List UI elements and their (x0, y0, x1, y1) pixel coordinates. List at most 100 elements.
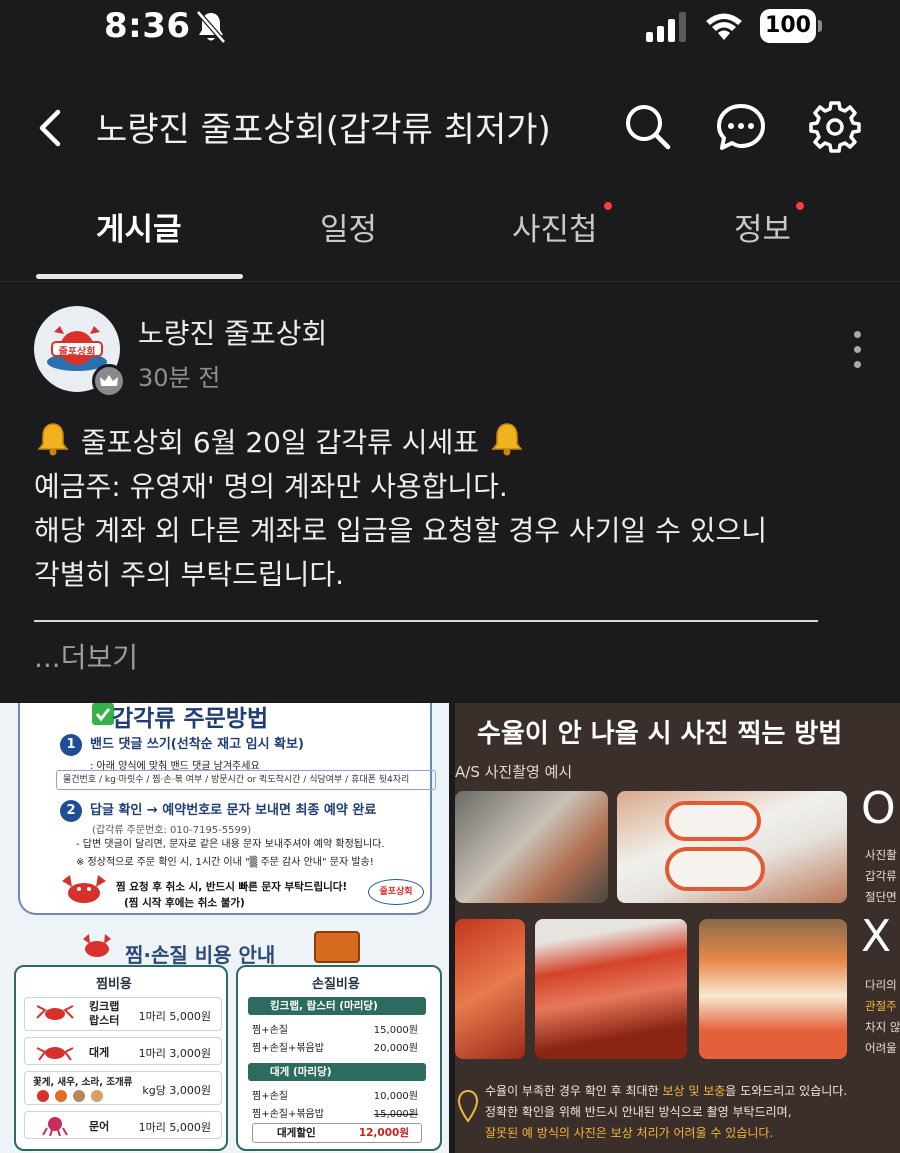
side-text-line: 차지 않 (865, 1020, 900, 1034)
cancel-note-2: (찜 시작 후에는 취소 불가) (124, 897, 245, 909)
header: 노량진 줄포상회(갑각류 최저가) (0, 86, 900, 170)
side-text-line: 갑각류 (865, 869, 897, 883)
text-divider (34, 620, 818, 622)
page-title: 노량진 줄포상회(갑각류 최저가) (96, 110, 551, 150)
post-line-4: 각별히 주의 부탁드립니다. (34, 558, 345, 591)
post-line-2: 예금주: 유영재' 명의 계좌만 사용합니다. (34, 470, 508, 503)
step-1-text: 밴드 댓글 쓰기(선착순 재고 임시 확보) (90, 737, 304, 752)
tab-posts[interactable]: 게시글 (96, 204, 182, 249)
bad-side-text: 다리의 관절주 차지 않 어려울 (865, 975, 900, 1059)
trim-cost-panel: 손질비용 킹크랩, 랍스터 (마리당) 찜+손질 15,000원 찜+손질+볶음밥… (236, 965, 442, 1151)
price-row-price: 15,000원 (373, 1025, 418, 1036)
order-guide-image[interactable]: 갑각류 주문방법 1 밴드 댓글 쓰기(선착순 재고 임시 확보) : 아래 양식… (0, 703, 449, 1153)
price-row-price: 20,000원 (373, 1043, 418, 1054)
discount-row: 대게할인 12,000원 (252, 1123, 422, 1143)
search-icon[interactable] (620, 100, 674, 154)
post-headline: 줄포상회 6월 20일 갑각류 시세표 (34, 420, 874, 465)
active-tab-indicator (36, 274, 243, 279)
order-method-card: 갑각류 주문방법 1 밴드 댓글 쓰기(선착순 재고 임시 확보) : 아래 양식… (18, 703, 436, 915)
photo-guide-subtitle: A/S 사진촬영 예시 (455, 763, 573, 781)
price-row-name: 찜+손질 (252, 1025, 288, 1036)
good-mark: O (861, 783, 896, 834)
more-options-icon[interactable] (842, 326, 872, 372)
bad-example-photo-2 (535, 919, 687, 1059)
food-box-icon (314, 931, 360, 963)
status-time: 8:36 (104, 6, 191, 46)
seafood-icons (37, 1090, 103, 1102)
status-bar: 8:36 100 (0, 0, 900, 56)
side-text-line: 절단면 (865, 890, 897, 904)
new-dot (604, 202, 612, 210)
photo-guide-image[interactable]: 수율이 안 나올 시 사진 찍는 방법 A/S 사진촬영 예시 O 사진촬 갑각… (455, 703, 900, 1153)
bad-example-photo-3 (699, 919, 847, 1059)
post-body: 줄포상회 6월 20일 갑각류 시세표 예금주: 유영재' 명의 계좌만 사용합… (34, 420, 874, 597)
discount-price: 12,000원 (358, 1127, 409, 1139)
step-2-text: 답글 확인 → 예약번호로 문자 보내면 최종 예약 완료 (90, 803, 377, 818)
pin-icon (457, 1089, 479, 1123)
trim-band-snow-crab: 대게 (마리당) (248, 1063, 426, 1081)
price-row-price: 15,000원 (373, 1109, 418, 1120)
notice-text: ※ 정상적으로 주문 확인 시, 1시간 이내 "▒ 주문 감사 안내" 문자 … (76, 857, 374, 868)
table-row: 대게 1마리 3,000원 (24, 1037, 222, 1065)
cost-guide-title: 찜·손질 비용 안내 (125, 943, 276, 967)
price-row-price: 10,000원 (373, 1091, 418, 1102)
gear-icon[interactable] (808, 100, 862, 154)
post-line-3: 해당 계좌 외 다른 계좌로 입금을 요청할 경우 사기일 수 있으니 (34, 514, 768, 547)
photo-guide-title: 수율이 안 나올 시 사진 찍는 방법 (477, 719, 843, 749)
side-text-line: 관절주 (865, 999, 897, 1013)
photo-guide-footer: 수율이 부족한 경우 확인 후 최대한 보상 및 보충을 도와드리고 있습니다.… (485, 1081, 847, 1144)
price-row: 찜+손질 10,000원 (252, 1087, 422, 1102)
row-price: 1마리 3,000원 (138, 1047, 211, 1060)
tab-photos[interactable]: 사진첩 (512, 202, 612, 249)
side-text-line: 사진촬 (865, 848, 897, 862)
battery-level: 100 (760, 9, 816, 43)
post-time: 30분 전 (138, 364, 221, 392)
price-row: 찜+손질+볶음밥 15,000원 (252, 1105, 422, 1120)
tab-photos-label: 사진첩 (512, 212, 598, 248)
author-name[interactable]: 노량진 줄포상회 (138, 312, 327, 352)
octopus-icon (42, 1117, 68, 1136)
tab-schedule[interactable]: 일정 (320, 204, 377, 249)
row-name: 대게 (89, 1046, 110, 1059)
bell-icon (37, 423, 69, 456)
table-row: 꽃게, 새우, 소라, 조개류 kg당 3,000원 (24, 1071, 222, 1105)
tab-info-label: 정보 (734, 212, 792, 248)
king-crab-icon (36, 1005, 74, 1020)
row-price: 1마리 5,000원 (138, 1121, 211, 1134)
footer-line-2: 정확한 확인을 위해 반드시 안내된 방식으로 촬영 부탁드리며, (485, 1105, 792, 1119)
stamp-logo: 줄포상회 (368, 879, 424, 905)
good-side-text: 사진촬 갑각류 절단면 (865, 845, 897, 908)
steam-cost-head: 찜비용 (96, 977, 132, 992)
trim-band-king-crab: 킹크랩, 랍스터 (마리당) (248, 997, 426, 1015)
row-name: 킹크랩 랍스터 (89, 1000, 120, 1027)
discount-label: 대게할인 (277, 1127, 316, 1139)
bell-icon (491, 423, 523, 456)
post-line-1: 줄포상회 6월 20일 갑각류 시세표 (80, 426, 480, 459)
side-text-line: 어려울 (865, 1041, 897, 1055)
new-dot (796, 202, 804, 210)
wifi-icon (706, 13, 742, 40)
price-row-name: 찜+손질 (252, 1091, 288, 1102)
price-row: 찜+손질+볶음밥 20,000원 (252, 1039, 422, 1054)
footer-line-1c: 을 도와드리고 있습니다. (725, 1084, 848, 1098)
chat-icon[interactable] (714, 100, 768, 154)
signal-icon (646, 12, 686, 42)
battery-tip (818, 20, 822, 32)
step-1: 1 밴드 댓글 쓰기(선착순 재고 임시 확보) (60, 733, 304, 756)
bad-example-photo-1 (455, 919, 525, 1059)
cancel-note-1: 찜 요청 후 취소 시, 반드시 빠른 문자 부탁드립니다! (116, 881, 348, 893)
step-2-note: - 답변 댓글이 달리면, 문자로 같은 내용 문자 보내주셔야 예약 확정됩니… (76, 839, 385, 850)
tab-info[interactable]: 정보 (734, 202, 804, 249)
tab-bar: 게시글 일정 사진첩 정보 (0, 196, 900, 282)
cancel-note: 찜 요청 후 취소 시, 반드시 빠른 문자 부탁드립니다! (찜 시작 후에는… (116, 879, 347, 911)
row-price: kg당 3,000원 (142, 1084, 211, 1097)
order-method-title: 갑각류 주문방법 (112, 706, 269, 732)
see-more-link[interactable]: ...더보기 (34, 636, 138, 676)
back-icon[interactable] (30, 104, 74, 152)
good-example-photo-2 (617, 791, 847, 903)
battery-icon: 100 (760, 9, 822, 43)
table-row: 킹크랩 랍스터 1마리 5,000원 (24, 997, 222, 1031)
check-icon (92, 703, 114, 725)
step-2: 2 답글 확인 → 예약번호로 문자 보내면 최종 예약 완료 (60, 799, 376, 822)
crown-icon (92, 364, 126, 398)
